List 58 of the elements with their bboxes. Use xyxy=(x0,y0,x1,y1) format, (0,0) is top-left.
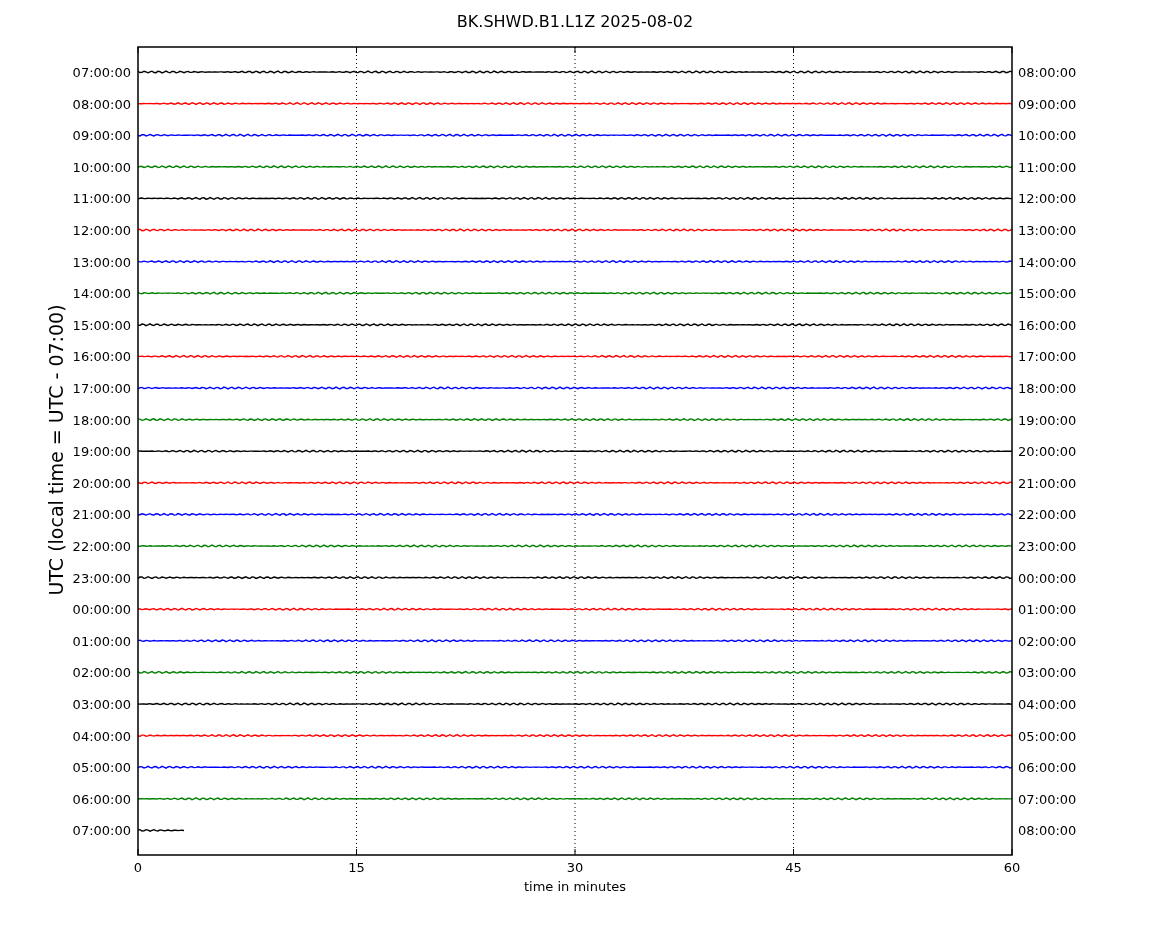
row-time-label: 16:00:00 xyxy=(72,349,131,365)
row-time-label: 02:00:00 xyxy=(1018,633,1077,649)
row-time-label: 08:00:00 xyxy=(1018,823,1077,839)
row-time-label: 05:00:00 xyxy=(1018,728,1077,744)
row-time-label: 23:00:00 xyxy=(72,570,131,586)
row-time-label: 09:00:00 xyxy=(1018,96,1077,112)
row-time-label: 23:00:00 xyxy=(1018,539,1077,554)
row-time-label: 17:00:00 xyxy=(72,381,131,396)
row-time-label: 05:00:00 xyxy=(72,760,131,776)
row-time-label: 02:00:00 xyxy=(72,665,131,681)
row-time-label: 04:00:00 xyxy=(72,728,131,744)
x-tick-label: 60 xyxy=(1003,860,1021,875)
row-time-label: 09:00:00 xyxy=(72,128,131,144)
row-time-label: 14:00:00 xyxy=(72,286,131,302)
row-time-label: 00:00:00 xyxy=(72,602,131,618)
row-time-label: 19:00:00 xyxy=(72,444,131,460)
row-time-label: 15:00:00 xyxy=(72,317,131,333)
row-time-label: 22:00:00 xyxy=(72,539,131,554)
x-tick-label: 45 xyxy=(785,860,802,875)
x-tick-label: 30 xyxy=(566,860,584,875)
row-time-label: 10:00:00 xyxy=(72,159,131,175)
row-time-label: 21:00:00 xyxy=(1018,475,1077,491)
row-time-label: 13:00:00 xyxy=(72,254,131,270)
row-time-label: 00:00:00 xyxy=(1018,570,1077,586)
row-time-label: 07:00:00 xyxy=(72,65,131,80)
row-time-label: 21:00:00 xyxy=(72,507,131,523)
row-time-label: 01:00:00 xyxy=(1018,602,1077,618)
row-time-label: 10:00:00 xyxy=(1018,128,1077,144)
row-time-label: 06:00:00 xyxy=(72,791,131,807)
row-time-label: 20:00:00 xyxy=(72,475,131,491)
row-time-label: 14:00:00 xyxy=(1018,254,1077,270)
row-time-label: 17:00:00 xyxy=(1018,349,1077,365)
row-time-label: 06:00:00 xyxy=(1018,760,1077,776)
row-time-label: 12:00:00 xyxy=(1018,191,1077,207)
row-time-label: 03:00:00 xyxy=(72,697,131,712)
row-time-label: 20:00:00 xyxy=(1018,444,1077,460)
row-time-label: 16:00:00 xyxy=(1018,317,1077,333)
row-time-label: 15:00:00 xyxy=(1018,286,1077,302)
row-time-label: 08:00:00 xyxy=(72,96,131,112)
row-time-label: 11:00:00 xyxy=(72,191,131,207)
chart-title: BK.SHWD.B1.L1Z 2025-08-02 xyxy=(456,12,694,31)
row-time-label: 07:00:00 xyxy=(72,823,131,839)
row-time-label: 01:00:00 xyxy=(72,633,131,649)
y-axis-label: UTC (local time = UTC - 07:00) xyxy=(45,304,67,596)
row-time-label: 19:00:00 xyxy=(1018,412,1077,428)
x-tick-label: 0 xyxy=(133,860,143,875)
row-time-label: 22:00:00 xyxy=(1018,507,1077,523)
row-time-label: 07:00:00 xyxy=(1018,791,1077,807)
x-axis-label: time in minutes xyxy=(523,879,627,894)
row-time-label: 11:00:00 xyxy=(1018,159,1077,175)
x-tick-label: 15 xyxy=(348,860,365,875)
row-time-label: 18:00:00 xyxy=(72,412,131,428)
row-time-label: 08:00:00 xyxy=(1018,65,1077,80)
row-time-label: 03:00:00 xyxy=(1018,665,1077,681)
row-time-label: 04:00:00 xyxy=(1018,697,1077,712)
row-time-label: 13:00:00 xyxy=(1018,223,1077,238)
row-time-label: 12:00:00 xyxy=(72,223,131,238)
row-time-label: 18:00:00 xyxy=(1018,381,1077,396)
